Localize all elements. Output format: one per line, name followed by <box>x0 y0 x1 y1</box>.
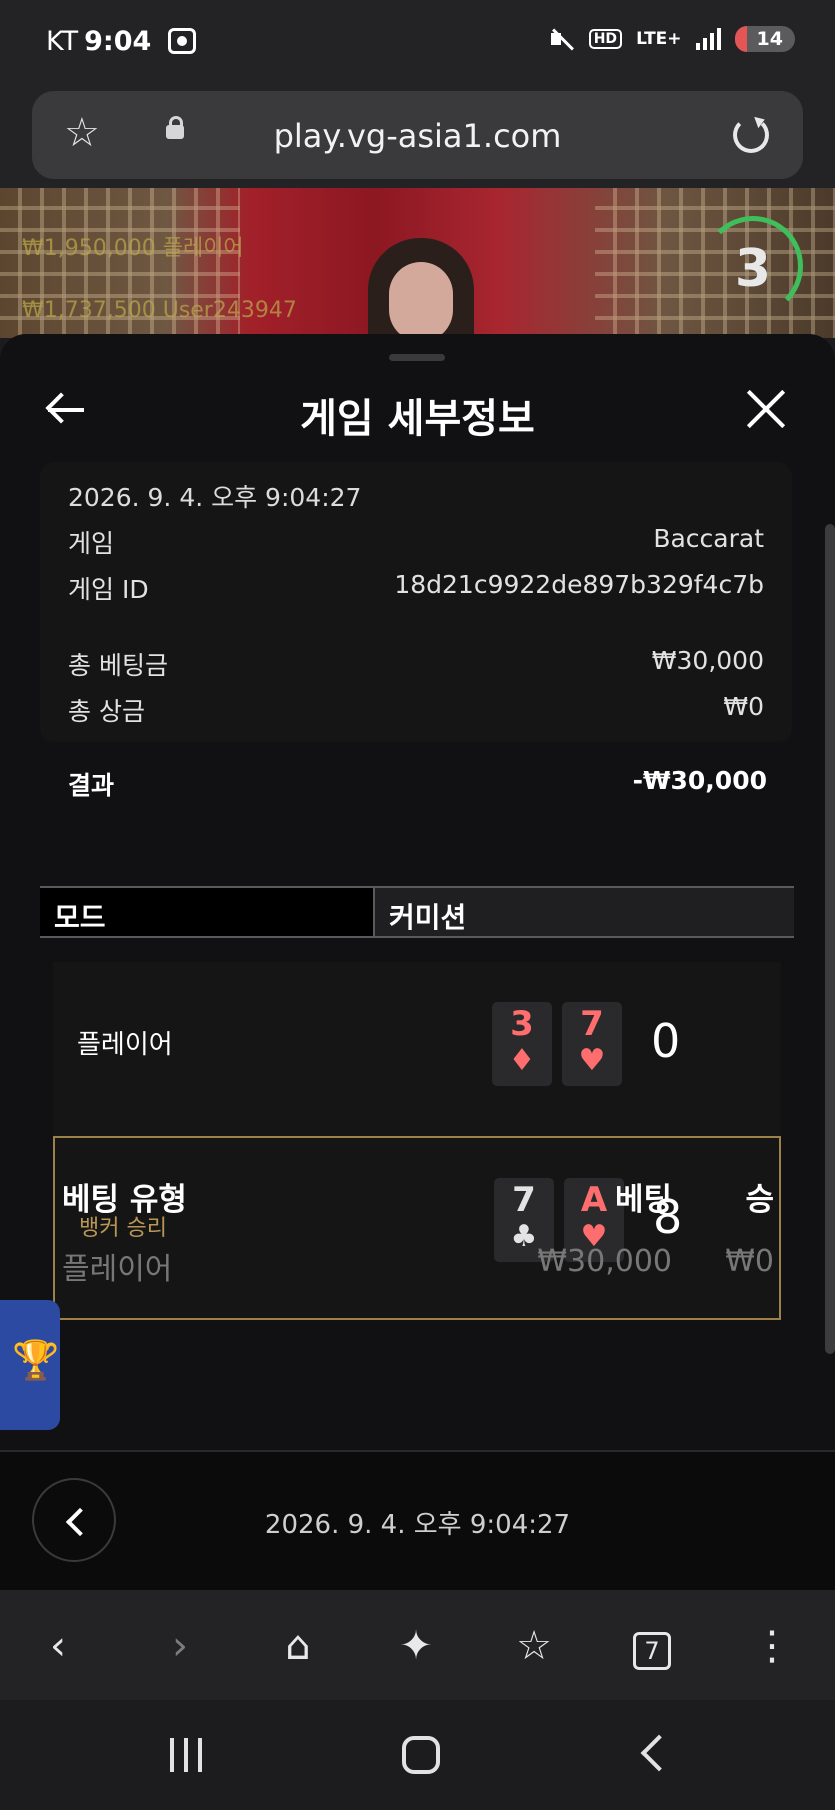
heart-suit-icon: ♥ <box>578 1043 606 1078</box>
game-details-sheet: 게임 세부정보 2026. 9. 4. 오후 9:04:27 게임 Baccar… <box>0 334 835 1450</box>
system-back-icon[interactable] <box>640 1734 678 1772</box>
total-bet-value: ₩30,000 <box>651 646 764 675</box>
mode-header: 모드 커미션 <box>40 886 794 938</box>
battery-indicator: 14 <box>734 26 795 52</box>
recent-apps-icon[interactable] <box>170 1738 206 1772</box>
countdown-value: 3 <box>734 239 772 299</box>
screen-record-icon <box>168 28 196 54</box>
banker-hand: 뱅커 승리 7 ♣ A ♥ 8 <box>53 1136 781 1320</box>
browser-toolbar: ‹ › ⌂ ✦ ☆ 7 ⋮ <box>0 1590 835 1700</box>
game-summary-card: 2026. 9. 4. 오후 9:04:27 게임 Baccarat 게임 ID… <box>40 462 792 742</box>
sheet-drag-handle[interactable] <box>389 354 445 361</box>
tab-count: 7 <box>633 1632 671 1670</box>
summary-result-row: 결과 -₩30,000 <box>68 766 767 802</box>
countdown-timer: 3 <box>703 216 803 316</box>
scrollbar[interactable] <box>825 524 835 1354</box>
carrier-label: KT <box>46 26 79 57</box>
url-text[interactable]: play.vg-asia1.com <box>32 117 803 155</box>
summary-datetime-row: 2026. 9. 4. 오후 9:04:27 <box>68 478 764 514</box>
player-score: 0 <box>651 1014 681 1068</box>
summary-datetime: 2026. 9. 4. 오후 9:04:27 <box>68 483 362 512</box>
address-bar[interactable]: ☆ play.vg-asia1.com <box>32 91 803 179</box>
tabs-button[interactable]: 7 <box>624 1618 680 1674</box>
diamond-suit-icon: ♦ <box>508 1043 536 1078</box>
card-rank: 7 <box>512 1180 536 1220</box>
bet-amount-header: 베팅 <box>614 1182 672 1218</box>
signal-icon <box>695 28 721 50</box>
winner-ticker: ₩1,950,000 플레이어 <box>22 236 244 261</box>
mode-value: 커미션 <box>373 888 794 936</box>
history-datetime: 2026. 9. 4. 오후 9:04:27 <box>264 1510 571 1540</box>
mode-label: 모드 <box>40 888 373 936</box>
history-navigation: 2026. 9. 4. 오후 9:04:27 <box>0 1450 835 1590</box>
bet-win-header: 승 <box>745 1182 774 1218</box>
player-hand-label: 플레이어 <box>77 1030 173 1060</box>
home-icon[interactable]: ⌂ <box>270 1618 326 1674</box>
summary-total-payout-row: 총 상금 ₩0 <box>68 692 764 728</box>
playing-card: 3 ♦ <box>492 1002 552 1086</box>
total-payout-value: ₩0 <box>723 692 764 721</box>
browser-address-area: ☆ play.vg-asia1.com <box>0 86 835 188</box>
reload-icon[interactable] <box>733 117 769 153</box>
forward-icon[interactable]: › <box>152 1618 208 1674</box>
clock: 9:04 <box>84 26 152 57</box>
bet-amount: ₩30,000 <box>537 1244 672 1279</box>
summary-game-id-row: 게임 ID 18d21c9922de897b329f4c7b <box>68 570 764 606</box>
status-bar: KT 9:04 HD LTE+ 14 <box>0 0 835 86</box>
result-label: 결과 <box>68 771 115 800</box>
mute-icon <box>549 26 575 52</box>
result-value: -₩30,000 <box>632 766 767 795</box>
summary-total-bet-row: 총 베팅금 ₩30,000 <box>68 646 764 682</box>
card-rank: 7 <box>580 1004 604 1044</box>
more-options-icon[interactable]: ⋮ <box>744 1618 800 1674</box>
dealer-image <box>368 238 474 338</box>
scroll-fade <box>0 1366 835 1450</box>
network-type: LTE+ <box>636 29 682 49</box>
close-icon[interactable] <box>745 388 787 430</box>
winner-ticker: ₩1,737,500 User243947 <box>22 298 297 323</box>
system-navigation-bar <box>0 1700 835 1810</box>
status-icons: HD LTE+ 14 <box>549 26 795 52</box>
bet-type-header: 베팅 유형 <box>62 1182 187 1218</box>
game-id-label: 게임 ID <box>68 575 149 604</box>
sparkle-icon[interactable]: ✦ <box>388 1618 444 1674</box>
summary-game-row: 게임 Baccarat <box>68 524 764 560</box>
total-payout-label: 총 상금 <box>68 697 145 726</box>
game-id-value: 18d21c9922de897b329f4c7b <box>394 570 764 599</box>
player-hand: 플레이어 3 ♦ 7 ♥ 0 <box>53 962 781 1146</box>
game-value: Baccarat <box>653 524 764 553</box>
bet-win: ₩0 <box>725 1244 774 1279</box>
playing-card: 7 ♥ <box>562 1002 622 1086</box>
card-rank: 3 <box>510 1004 534 1044</box>
back-icon[interactable]: ‹ <box>30 1618 86 1674</box>
carrier-time: KT 9:04 <box>46 26 151 57</box>
bet-type: 플레이어 <box>62 1252 173 1287</box>
bookmarks-icon[interactable]: ☆ <box>506 1618 562 1674</box>
live-game-video: ₩1,950,000 플레이어 ₩1,737,500 User243947 3 <box>0 188 835 338</box>
hd-voice-icon: HD <box>588 29 623 49</box>
home-button-icon[interactable] <box>402 1736 440 1774</box>
page-title: 게임 세부정보 <box>300 396 535 442</box>
game-label: 게임 <box>68 529 115 558</box>
leaderboard-tab[interactable]: 🏆 <box>0 1300 60 1430</box>
trophy-icon: 🏆 <box>12 1338 60 1382</box>
total-bet-label: 총 베팅금 <box>68 651 168 680</box>
